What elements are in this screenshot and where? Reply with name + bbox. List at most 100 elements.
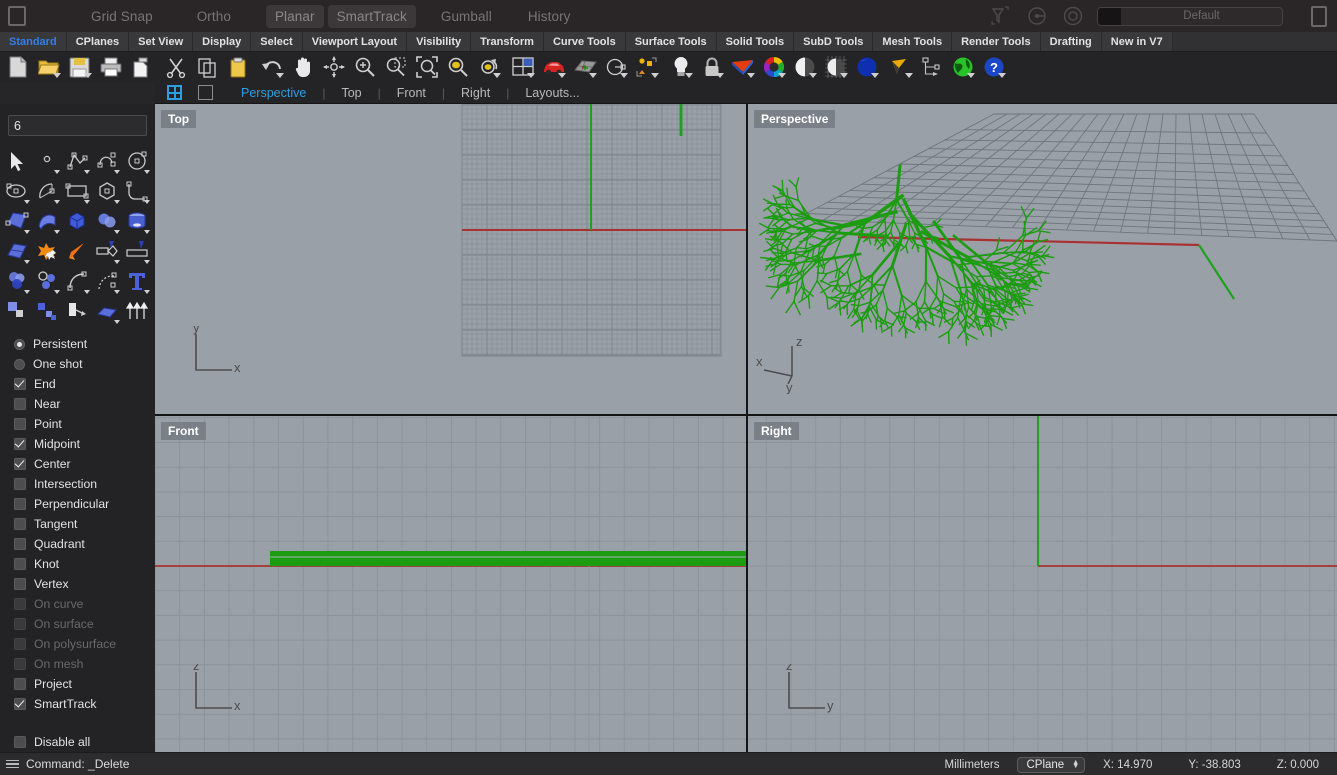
dropdown-caret-icon[interactable]	[24, 290, 30, 294]
cplane-selector[interactable]: CPlane ▲▼	[1017, 757, 1085, 773]
right-panel-toggle-icon[interactable]	[1311, 6, 1327, 27]
toggle-gumball[interactable]: Gumball	[432, 5, 501, 28]
dropdown-caret-icon[interactable]	[24, 230, 30, 234]
pan-hand-icon[interactable]	[287, 54, 318, 80]
boolean-union-icon[interactable]	[2, 266, 32, 296]
checkbox-tangent[interactable]	[14, 518, 26, 530]
toggle-planar[interactable]: Planar	[266, 5, 324, 28]
fillet-curve-icon[interactable]	[122, 176, 152, 206]
menu-tab-curve-tools[interactable]: Curve Tools	[544, 32, 626, 51]
lock-icon[interactable]	[696, 54, 727, 80]
toggle-smarttrack[interactable]: SmartTrack	[328, 5, 416, 28]
dropdown-caret-icon[interactable]	[114, 170, 120, 174]
light-bulb-icon[interactable]	[665, 54, 696, 80]
cplane-icon[interactable]	[631, 54, 662, 80]
viewport-layout-icon[interactable]	[507, 54, 538, 80]
fillet-edge-icon[interactable]	[62, 266, 92, 296]
link-icon[interactable]	[1025, 4, 1049, 28]
menu-tab-select[interactable]: Select	[251, 32, 302, 51]
menu-tab-drafting[interactable]: Drafting	[1041, 32, 1102, 51]
dropdown-caret-icon[interactable]	[114, 290, 120, 294]
toggle-grid-snap[interactable]: Grid Snap	[82, 5, 162, 28]
menu-tab-subd-tools[interactable]: SubD Tools	[794, 32, 873, 51]
cylinder-icon[interactable]	[122, 206, 152, 236]
osnap-row-midpoint[interactable]: Midpoint	[14, 434, 155, 454]
zoom-extents-icon[interactable]	[411, 54, 442, 80]
menu-tab-visibility[interactable]: Visibility	[407, 32, 471, 51]
checkbox-midpoint[interactable]	[14, 438, 26, 450]
osnap-row-intersection[interactable]: Intersection	[14, 474, 155, 494]
layer-selector[interactable]: Default	[1097, 7, 1283, 26]
osnap-row-tangent[interactable]: Tangent	[14, 514, 155, 534]
print-icon[interactable]	[95, 54, 126, 80]
dropdown-caret-icon[interactable]	[54, 170, 60, 174]
viewport-label-top[interactable]: Top	[161, 110, 196, 128]
osnap-row-end[interactable]: End	[14, 374, 155, 394]
menu-tab-display[interactable]: Display	[193, 32, 251, 51]
save-icon[interactable]	[64, 54, 95, 80]
blend-curve-icon[interactable]	[92, 266, 122, 296]
undo-icon[interactable]	[256, 54, 287, 80]
copy-to-clipboard-icon[interactable]	[126, 54, 157, 80]
help-icon[interactable]: ?	[978, 54, 1009, 80]
array-icon[interactable]	[32, 296, 62, 326]
polygon-icon[interactable]	[92, 176, 122, 206]
toggle-ortho[interactable]: Ortho	[188, 5, 240, 28]
dropdown-caret-icon[interactable]	[54, 200, 60, 204]
window-sidebar-toggle-icon[interactable]	[8, 6, 26, 26]
radio-one-shot[interactable]	[14, 359, 25, 370]
checkbox-vertex[interactable]	[14, 578, 26, 590]
dropdown-caret-icon[interactable]	[54, 230, 60, 234]
dropdown-caret-icon[interactable]	[24, 260, 30, 264]
osnap-row-quadrant[interactable]: Quadrant	[14, 534, 155, 554]
checkbox-point[interactable]	[14, 418, 26, 430]
viewport-tab-layouts[interactable]: Layouts...	[509, 86, 595, 100]
zoom-window-icon[interactable]	[380, 54, 411, 80]
polyline-icon[interactable]	[62, 146, 92, 176]
offset-surface-icon[interactable]	[92, 296, 122, 326]
shaded-grid-icon[interactable]	[569, 54, 600, 80]
viewport-tab-perspective[interactable]: Perspective	[225, 86, 322, 100]
command-input-field[interactable]: 6	[8, 115, 147, 136]
rotate-icon[interactable]	[473, 54, 504, 80]
checkbox-perpendicular[interactable]	[14, 498, 26, 510]
command-history-icon[interactable]	[6, 760, 19, 769]
perspective-viewport-canvas[interactable]	[748, 104, 1337, 414]
menu-tab-render-tools[interactable]: Render Tools	[952, 32, 1040, 51]
extrude-up-icon[interactable]	[122, 296, 152, 326]
osnap-row-disable-all[interactable]: Disable all	[14, 732, 155, 752]
circle-icon[interactable]	[122, 146, 152, 176]
dropdown-caret-icon[interactable]	[54, 290, 60, 294]
checkbox-project[interactable]	[14, 678, 26, 690]
select-arrow-icon[interactable]	[2, 146, 32, 176]
open-folder-icon[interactable]	[33, 54, 64, 80]
menu-tab-new-in-v7[interactable]: New in V7	[1102, 32, 1173, 51]
dropdown-caret-icon[interactable]	[84, 170, 90, 174]
viewport-tab-right[interactable]: Right	[445, 86, 506, 100]
cut-scissors-icon[interactable]	[160, 54, 191, 80]
filter-icon[interactable]	[989, 4, 1013, 28]
paste-icon[interactable]	[222, 54, 253, 80]
chevron-updown-icon[interactable]: ▲▼	[1072, 761, 1079, 769]
extract-icon[interactable]	[62, 296, 92, 326]
box-icon[interactable]	[62, 206, 92, 236]
zoom-selected-icon[interactable]	[442, 54, 473, 80]
dropdown-caret-icon[interactable]	[144, 290, 150, 294]
osnap-mode-one-shot[interactable]: One shot	[14, 354, 155, 374]
single-view-layout-icon[interactable]	[198, 85, 213, 100]
radio-persistent[interactable]	[14, 339, 25, 350]
viewport-label-perspective[interactable]: Perspective	[754, 110, 835, 128]
dropdown-caret-icon[interactable]	[114, 260, 120, 264]
dropdown-caret-icon[interactable]	[144, 230, 150, 234]
osnap-row-point[interactable]: Point	[14, 414, 155, 434]
dropdown-caret-icon[interactable]	[24, 200, 30, 204]
layer-color-swatch[interactable]	[1098, 8, 1121, 25]
circle-arc-icon[interactable]	[600, 54, 631, 80]
color-wheel-icon[interactable]	[758, 54, 789, 80]
dropdown-caret-icon[interactable]	[144, 200, 150, 204]
viewport-front[interactable]: Front z x	[155, 416, 746, 752]
osnap-row-knot[interactable]: Knot	[14, 554, 155, 574]
osnap-row-smarttrack[interactable]: SmartTrack	[14, 694, 155, 714]
block-edit-icon[interactable]	[916, 54, 947, 80]
checkbox-near[interactable]	[14, 398, 26, 410]
